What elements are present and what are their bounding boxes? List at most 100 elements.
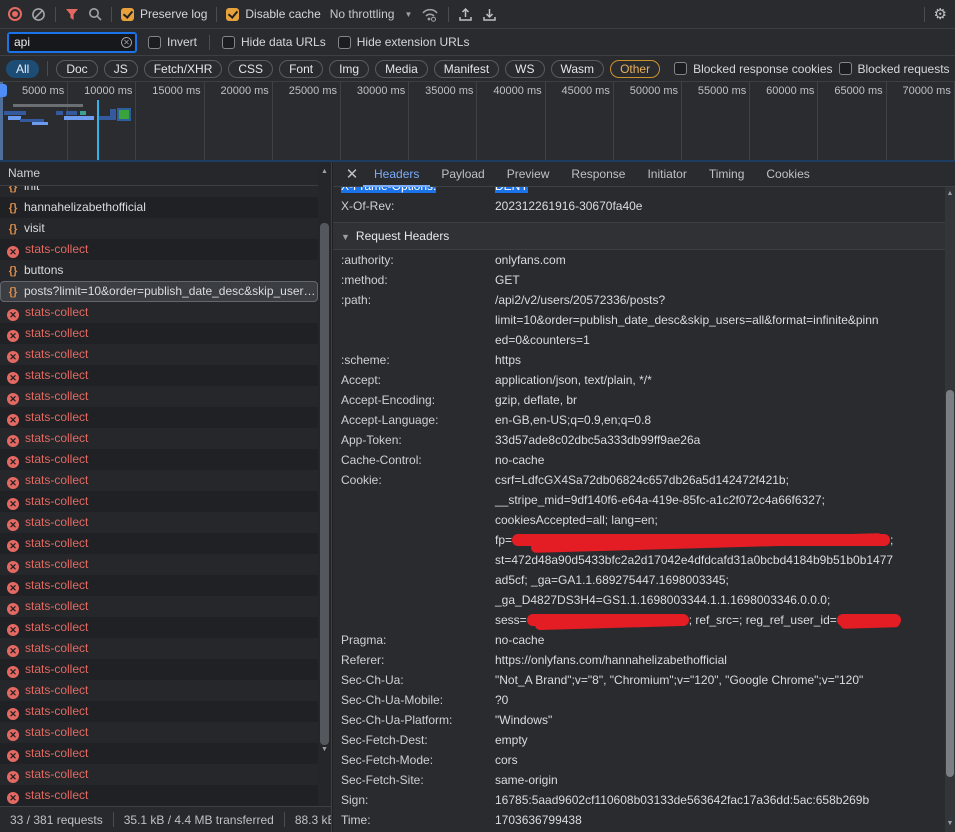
tab-timing[interactable]: Timing xyxy=(698,162,756,187)
header-value: gzip, deflate, br xyxy=(495,390,945,410)
request-row[interactable]: ✕stats-collect xyxy=(0,596,318,617)
header-value: no-cache xyxy=(495,450,945,470)
tab-preview[interactable]: Preview xyxy=(496,162,561,187)
request-row[interactable]: ✕stats-collect xyxy=(0,554,318,575)
request-row[interactable]: ✕stats-collect xyxy=(0,323,318,344)
request-row[interactable]: ✕stats-collect xyxy=(0,470,318,491)
filter-chip-font[interactable]: Font xyxy=(279,60,323,78)
request-row[interactable]: ✕stats-collect xyxy=(0,764,318,785)
filter-chip-img[interactable]: Img xyxy=(329,60,369,78)
name-column-header[interactable]: Name xyxy=(0,162,331,186)
request-row[interactable]: ✕stats-collect xyxy=(0,407,318,428)
request-row[interactable]: ✕stats-collect xyxy=(0,722,318,743)
tab-cookies[interactable]: Cookies xyxy=(755,162,820,187)
header-value: application/json, text/plain, */* xyxy=(495,370,945,390)
request-row[interactable]: ✕stats-collect xyxy=(0,533,318,554)
request-row[interactable]: ✕stats-collect xyxy=(0,428,318,449)
hide-extension-urls-checkbox[interactable]: Hide extension URLs xyxy=(338,35,470,49)
hide-data-urls-checkbox[interactable]: Hide data URLs xyxy=(222,35,326,49)
request-row[interactable]: ✕stats-collect xyxy=(0,491,318,512)
overview-selection-handle[interactable] xyxy=(0,84,7,97)
scroll-down-icon[interactable]: ▼ xyxy=(945,820,955,827)
request-row[interactable]: ✕stats-collect xyxy=(0,785,318,806)
filter-chip-media[interactable]: Media xyxy=(375,60,428,78)
request-row[interactable]: {}posts?limit=10&order=publish_date_desc… xyxy=(0,281,318,302)
filter-chip-manifest[interactable]: Manifest xyxy=(434,60,499,78)
filter-chip-fetch-xhr[interactable]: Fetch/XHR xyxy=(144,60,223,78)
request-list-scrollbar[interactable]: ▲ ▼ xyxy=(318,162,331,806)
header-row: Sec-Ch-Ua:"Not_A Brand";v="8", "Chromium… xyxy=(333,670,945,690)
filter-chip-all[interactable]: All xyxy=(6,60,39,78)
request-row[interactable]: ✕stats-collect xyxy=(0,365,318,386)
request-row[interactable]: ✕stats-collect xyxy=(0,638,318,659)
header-row: Accept:application/json, text/plain, */* xyxy=(333,370,945,390)
filter-chip-ws[interactable]: WS xyxy=(505,60,544,78)
filter-chip-js[interactable]: JS xyxy=(104,60,138,78)
scrollbar-thumb[interactable] xyxy=(320,223,329,745)
search-icon[interactable] xyxy=(88,7,102,21)
tab-response[interactable]: Response xyxy=(560,162,636,187)
request-row[interactable]: ✕stats-collect xyxy=(0,575,318,596)
tab-initiator[interactable]: Initiator xyxy=(636,162,697,187)
request-row[interactable]: {}visit xyxy=(0,218,318,239)
network-conditions-icon[interactable] xyxy=(421,7,439,22)
blocked-response-cookies-checkbox[interactable]: Blocked response cookies xyxy=(674,62,832,76)
clear-filter-icon[interactable]: ✕ xyxy=(121,37,132,48)
request-name: stats-collect xyxy=(25,515,88,529)
request-row[interactable]: ✕stats-collect xyxy=(0,386,318,407)
header-row: Accept-Language:en-GB,en-US;q=0.9,en;q=0… xyxy=(333,410,945,430)
filter-input[interactable] xyxy=(8,33,136,52)
error-icon: ✕ xyxy=(7,456,19,468)
waterfall-gray-bar xyxy=(13,104,83,107)
filter-chip-doc[interactable]: Doc xyxy=(56,60,97,78)
export-har-icon[interactable] xyxy=(482,7,497,22)
request-row[interactable]: ✕stats-collect xyxy=(0,302,318,323)
request-row[interactable]: ✕stats-collect xyxy=(0,239,318,260)
scroll-down-icon[interactable]: ▼ xyxy=(318,746,331,753)
preserve-log-checkbox[interactable]: Preserve log xyxy=(121,7,207,21)
details-scrollbar[interactable]: ▲ ▼ xyxy=(945,187,955,832)
header-name: :method: xyxy=(333,270,495,290)
request-row[interactable]: {}hannahelizabethofficial xyxy=(0,197,318,218)
filter-chip-other[interactable]: Other xyxy=(610,60,660,78)
blocked-response-cookies-label: Blocked response cookies xyxy=(693,62,832,76)
request-row[interactable]: ✕stats-collect xyxy=(0,512,318,533)
scrollbar-thumb[interactable] xyxy=(946,390,954,777)
request-row[interactable]: {}buttons xyxy=(0,260,318,281)
clear-log-button[interactable] xyxy=(31,7,46,22)
waterfall-bar xyxy=(110,109,116,120)
request-headers-section[interactable]: ▼Request Headers xyxy=(333,222,945,250)
import-har-icon[interactable] xyxy=(458,7,473,22)
request-type-filter-bar: All Doc JS Fetch/XHR CSS Font Img Media Manifest… xyxy=(0,56,955,82)
header-row: Sec-Fetch-Mode:cors xyxy=(333,750,945,770)
header-name: Time: xyxy=(333,810,495,830)
overview-ruler[interactable]: 5000 ms10000 ms15000 ms20000 ms25000 ms3… xyxy=(0,82,955,162)
tab-headers[interactable]: Headers xyxy=(363,162,430,187)
close-icon[interactable]: ✕ xyxy=(341,165,363,183)
throttling-select[interactable]: No throttling ▼ xyxy=(330,7,413,21)
blocked-requests-checkbox[interactable]: Blocked requests xyxy=(839,62,950,76)
request-row[interactable]: ✕stats-collect xyxy=(0,680,318,701)
request-row[interactable]: {}init xyxy=(0,186,318,197)
tab-payload[interactable]: Payload xyxy=(430,162,495,187)
disable-cache-checkbox[interactable]: Disable cache xyxy=(226,7,320,21)
settings-gear-icon[interactable]: ⚙ xyxy=(934,5,947,23)
scroll-up-icon[interactable]: ▲ xyxy=(945,190,955,197)
header-name: Sec-Ch-Ua-Mobile: xyxy=(333,690,495,710)
request-row[interactable]: ✕stats-collect xyxy=(0,344,318,365)
scroll-up-icon[interactable]: ▲ xyxy=(318,168,331,175)
request-row[interactable]: ✕stats-collect xyxy=(0,659,318,680)
header-row: X-Of-Rev:202312261916-30670fa40e xyxy=(333,196,945,216)
filter-chip-css[interactable]: CSS xyxy=(228,60,273,78)
request-name: stats-collect xyxy=(25,473,88,487)
checkbox-unchecked-icon xyxy=(338,36,351,49)
request-row[interactable]: ✕stats-collect xyxy=(0,743,318,764)
request-row[interactable]: ✕stats-collect xyxy=(0,617,318,638)
request-row[interactable]: ✕stats-collect xyxy=(0,701,318,722)
filter-icon[interactable] xyxy=(65,8,79,21)
filter-chip-wasm[interactable]: Wasm xyxy=(551,60,605,78)
invert-checkbox[interactable]: Invert xyxy=(148,35,197,49)
request-row[interactable]: ✕stats-collect xyxy=(0,449,318,470)
record-button[interactable] xyxy=(8,7,22,21)
overview-tick: 30000 ms xyxy=(341,82,409,160)
